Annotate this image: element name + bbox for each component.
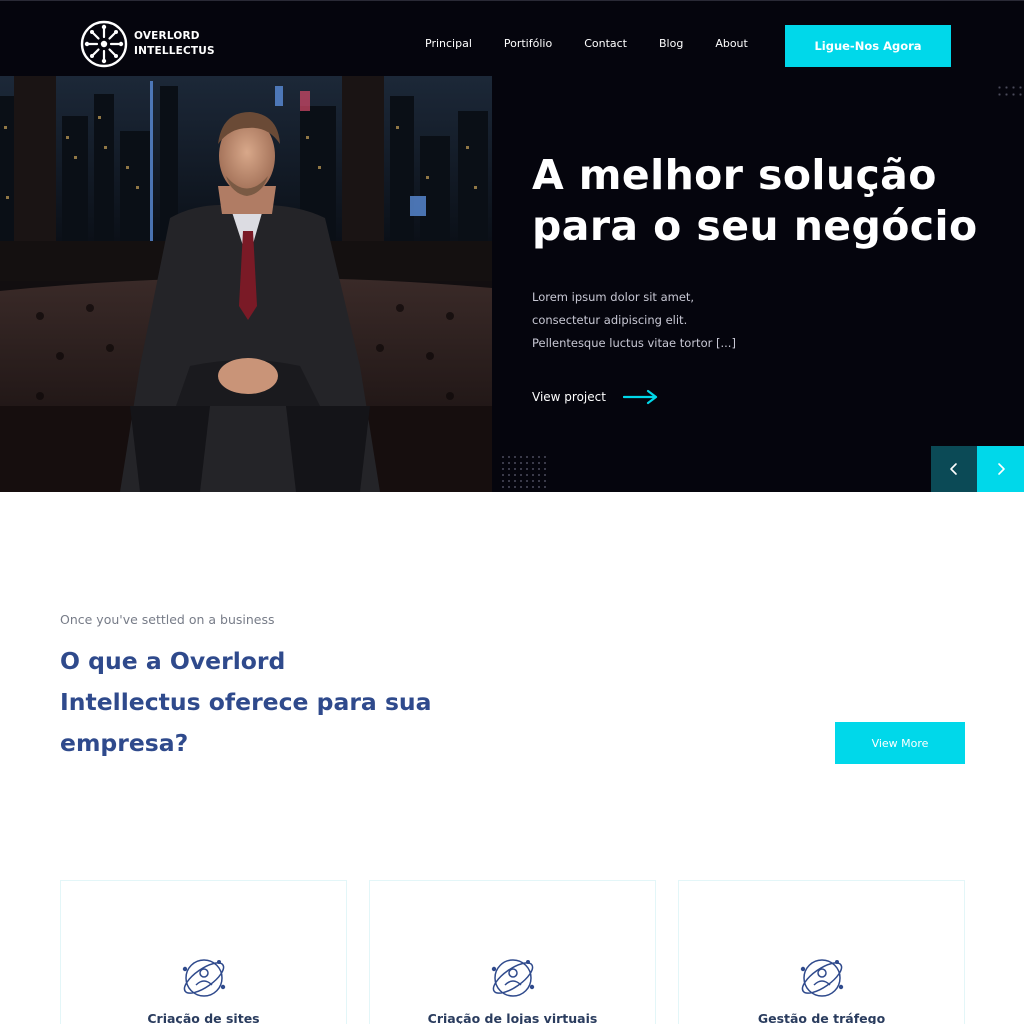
service-card-title: Gestão de tráfego [757, 1011, 886, 1024]
slider-prev-button[interactable] [931, 446, 977, 492]
call-us-button[interactable]: Ligue-Nos Agora [785, 25, 951, 67]
arrow-right-icon [622, 389, 658, 405]
view-more-button[interactable]: View More [835, 722, 965, 764]
chevron-right-icon [997, 463, 1005, 475]
hero-description-line: Lorem ipsum dolor sit amet, [532, 290, 695, 304]
chevron-left-icon [950, 463, 957, 475]
section-title-line: empresa? [60, 729, 189, 757]
main-nav: Principal Portifólio Contact Blog About [425, 37, 780, 50]
decorative-dots [996, 84, 1024, 96]
service-card-title: Criação de sites [147, 1011, 260, 1024]
hero-title-line: A melhor solução [532, 151, 937, 199]
page: OVERLORD INTELLECTUS Principal Portifóli… [0, 0, 1024, 1024]
slider-next-button[interactable] [977, 446, 1024, 492]
section-title-line: Intellectus oferece para sua [60, 688, 432, 716]
service-card[interactable]: Gestão de tráfego [678, 880, 965, 1024]
orbit-user-icon [182, 959, 225, 997]
decorative-dots [500, 454, 550, 492]
hero-title: A melhor solução para o seu negócio [532, 150, 978, 252]
compass-logo-icon [80, 20, 128, 68]
hero-description-line: Pellentesque luctus vitae tortor [...] [532, 336, 736, 350]
service-card-title: Criação de lojas virtuais [427, 1011, 598, 1024]
nav-item-portfolio[interactable]: Portifólio [504, 37, 552, 50]
service-card[interactable]: Criação de sites [60, 880, 347, 1024]
orbit-user-icon [800, 959, 843, 997]
nav-item-about[interactable]: About [715, 37, 748, 50]
hero-slider: A melhor solução para o seu negócio Lore… [0, 76, 1024, 492]
brand-logo[interactable]: OVERLORD INTELLECTUS [79, 19, 215, 69]
hero-title-line: para o seu negócio [532, 202, 978, 250]
view-project-link[interactable]: View project [532, 389, 659, 405]
section-eyebrow: Once you've settled on a business [60, 612, 275, 627]
orbit-user-icon [491, 959, 534, 997]
nav-item-contact[interactable]: Contact [584, 37, 627, 50]
brand-name: OVERLORD INTELLECTUS [134, 29, 215, 59]
section-title-line: O que a Overlord [60, 647, 286, 675]
service-card[interactable]: Criação de lojas virtuais [369, 880, 656, 1024]
hero-image [0, 76, 492, 492]
site-header: OVERLORD INTELLECTUS Principal Portifóli… [0, 0, 1024, 88]
brand-name-line1: OVERLORD [134, 30, 200, 42]
brand-name-line2: INTELLECTUS [134, 45, 215, 57]
view-project-label: View project [532, 390, 606, 404]
section-title: O que a Overlord Intellectus oferece par… [60, 641, 460, 764]
nav-item-blog[interactable]: Blog [659, 37, 683, 50]
hero-description: Lorem ipsum dolor sit amet, consectetur … [532, 286, 782, 355]
nav-item-principal[interactable]: Principal [425, 37, 472, 50]
hero-description-line: consectetur adipiscing elit. [532, 313, 688, 327]
